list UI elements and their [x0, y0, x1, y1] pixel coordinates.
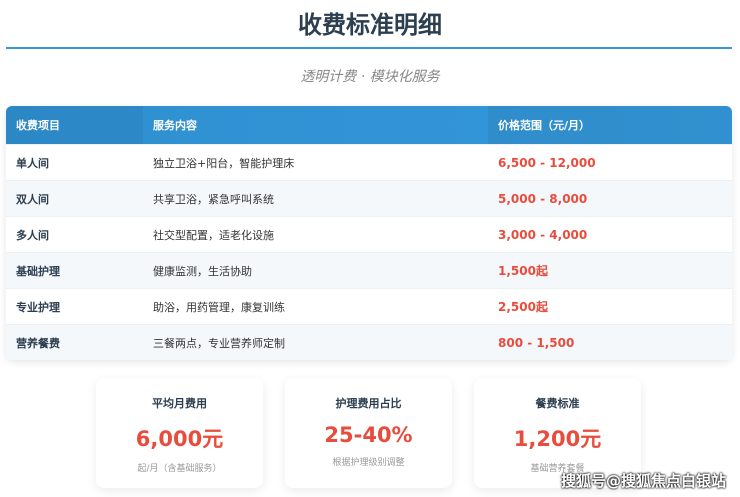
item-name: 多人间 — [16, 228, 49, 242]
table-row: 单人间 独立卫浴+阳台，智能护理床 6,500 - 12,000 — [6, 144, 732, 180]
price-range: 6,500 - 12,000 — [498, 155, 596, 170]
page-subtitle: 透明计费 · 模块化服务 — [300, 69, 440, 85]
table-row: 专业护理 助浴，用药管理，康复训练 2,500起 — [6, 288, 732, 324]
table-row: 双人间 共享卫浴，紧急呼叫系统 5,000 - 8,000 — [6, 180, 732, 216]
card-note: 起/月（含基础服务） — [137, 464, 222, 474]
item-name: 专业护理 — [16, 300, 60, 314]
service-content: 共享卫浴，紧急呼叫系统 — [153, 192, 274, 206]
card-label: 护理费用占比 — [335, 397, 402, 410]
service-content: 独立卫浴+阳台，智能护理床 — [153, 156, 295, 170]
service-content: 助浴，用药管理，康复训练 — [153, 300, 285, 314]
table-header: 收费项目 服务内容 价格范围（元/月） — [6, 106, 732, 144]
price-range: 3,000 - 4,000 — [498, 227, 588, 242]
service-content: 三餐两点，专业营养师定制 — [153, 336, 285, 350]
summary-card: 护理费用占比 25-40% 根据护理级别调整 — [285, 378, 452, 488]
table-row: 基础护理 健康监测，生活协助 1,500起 — [6, 252, 732, 288]
service-content: 健康监测，生活协助 — [153, 264, 252, 278]
item-name: 基础护理 — [16, 264, 60, 278]
price-range: 800 - 1,500 — [498, 335, 575, 350]
header-item: 收费项目 — [6, 106, 143, 144]
header-service: 服务内容 — [153, 119, 197, 132]
price-range: 2,500起 — [498, 300, 548, 314]
card-note: 根据护理级别调整 — [332, 458, 405, 468]
header-price: 价格范围（元/月） — [488, 106, 732, 144]
table-row: 多人间 社交型配置，适老化设施 3,000 - 4,000 — [6, 216, 732, 252]
page-title: 收费标准明细 — [298, 11, 442, 39]
watermark: 搜狐号@搜狐焦点白银站 — [560, 472, 726, 490]
price-range: 1,500起 — [498, 264, 548, 278]
title-divider — [6, 47, 732, 49]
card-value: 6,000元 — [135, 427, 224, 451]
service-content: 社交型配置，适老化设施 — [153, 228, 274, 242]
table-row: 营养餐费 三餐两点，专业营养师定制 800 - 1,500 — [6, 324, 732, 360]
item-name: 单人间 — [16, 156, 49, 170]
item-name: 双人间 — [16, 192, 49, 206]
card-label: 平均月费用 — [152, 397, 207, 410]
card-value: 1,200元 — [513, 427, 602, 451]
summary-card: 平均月费用 6,000元 起/月（含基础服务） — [96, 378, 263, 488]
price-range: 5,000 - 8,000 — [498, 191, 588, 206]
summary-cards: 平均月费用 6,000元 起/月（含基础服务） 护理费用占比 25-40% 根据… — [96, 378, 641, 488]
card-value: 25-40% — [324, 423, 413, 447]
card-label: 餐费标准 — [535, 397, 580, 410]
item-name: 营养餐费 — [16, 336, 60, 350]
fee-table: 收费项目 服务内容 价格范围（元/月） 单人间 独立卫浴+阳台，智能护理床 6,50… — [6, 106, 732, 360]
